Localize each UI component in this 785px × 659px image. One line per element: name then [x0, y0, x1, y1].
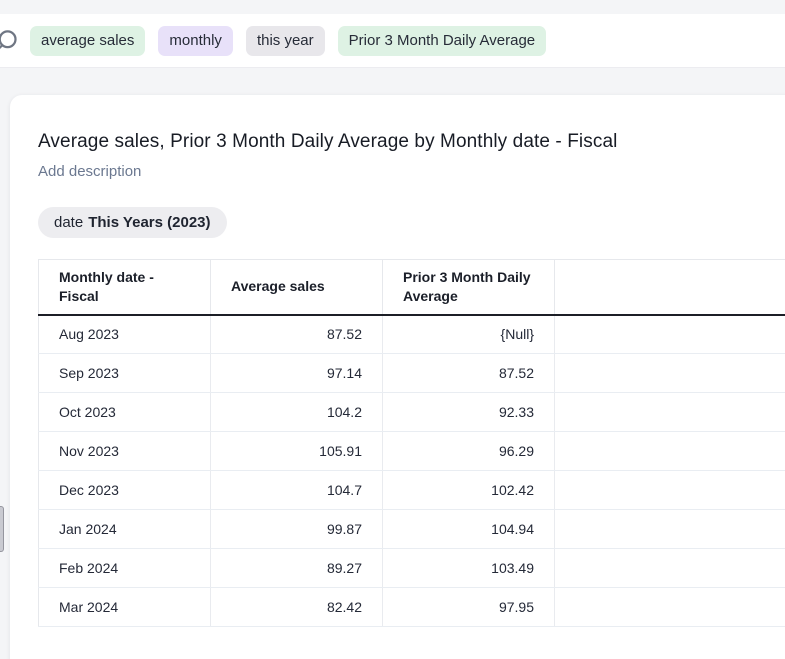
cell-average-sales: 105.91	[211, 432, 383, 471]
cell-date: Mar 2024	[39, 588, 211, 627]
table-row: Feb 2024 89.27 103.49	[39, 549, 785, 588]
table-row: Sep 2023 97.14 87.52	[39, 354, 785, 393]
add-description-link[interactable]: Add description	[38, 163, 141, 180]
filter-value-label: This Years (2023)	[88, 214, 210, 231]
cell-date: Dec 2023	[39, 471, 211, 510]
search-token-this-year[interactable]: this year	[246, 26, 325, 56]
filter-field-label: date	[54, 214, 83, 231]
cell-prior-average: 97.95	[383, 588, 555, 627]
results-table-container: Monthly date - Fiscal Average sales Prio…	[38, 259, 785, 627]
search-bar[interactable]: average sales monthly this year Prior 3 …	[0, 14, 785, 68]
scrollbar-thumb[interactable]	[0, 506, 4, 552]
page-title: Average sales, Prior 3 Month Daily Avera…	[38, 131, 785, 153]
search-token-monthly[interactable]: monthly	[158, 26, 233, 56]
header-row: Monthly date - Fiscal Average sales Prio…	[39, 260, 785, 315]
cell-empty	[555, 471, 785, 510]
cell-prior-average: 87.52	[383, 354, 555, 393]
cell-date: Oct 2023	[39, 393, 211, 432]
cell-average-sales: 87.52	[211, 315, 383, 354]
search-icon	[0, 28, 20, 55]
cell-average-sales: 104.2	[211, 393, 383, 432]
cell-average-sales: 82.42	[211, 588, 383, 627]
cell-prior-average: 92.33	[383, 393, 555, 432]
cell-empty	[555, 393, 785, 432]
cell-prior-average: 103.49	[383, 549, 555, 588]
search-token-list: average sales monthly this year Prior 3 …	[30, 26, 546, 56]
cell-prior-average: {Null}	[383, 315, 555, 354]
cell-average-sales: 99.87	[211, 510, 383, 549]
table-row: Aug 2023 87.52 {Null}	[39, 315, 785, 354]
cell-date: Feb 2024	[39, 549, 211, 588]
cell-date: Sep 2023	[39, 354, 211, 393]
cell-empty	[555, 588, 785, 627]
table-row: Oct 2023 104.2 92.33	[39, 393, 785, 432]
cell-empty	[555, 354, 785, 393]
table-row: Nov 2023 105.91 96.29	[39, 432, 785, 471]
column-header-empty	[555, 260, 785, 315]
cell-average-sales: 104.7	[211, 471, 383, 510]
search-token-prior-3-month-daily-average[interactable]: Prior 3 Month Daily Average	[338, 26, 546, 56]
search-token-average-sales[interactable]: average sales	[30, 26, 145, 56]
column-header-monthly-date-fiscal[interactable]: Monthly date - Fiscal	[39, 260, 211, 315]
cell-date: Aug 2023	[39, 315, 211, 354]
table-row: Mar 2024 82.42 97.95	[39, 588, 785, 627]
cell-prior-average: 96.29	[383, 432, 555, 471]
cell-average-sales: 89.27	[211, 549, 383, 588]
cell-average-sales: 97.14	[211, 354, 383, 393]
cell-empty	[555, 432, 785, 471]
column-header-prior-3-month-daily-average[interactable]: Prior 3 Month Daily Average	[383, 260, 555, 315]
table-row: Dec 2023 104.7 102.42	[39, 471, 785, 510]
cell-empty	[555, 510, 785, 549]
table-row: Jan 2024 99.87 104.94	[39, 510, 785, 549]
column-header-average-sales[interactable]: Average sales	[211, 260, 383, 315]
cell-prior-average: 104.94	[383, 510, 555, 549]
date-filter-pill[interactable]: date This Years (2023)	[38, 207, 227, 238]
results-table: Monthly date - Fiscal Average sales Prio…	[38, 259, 785, 627]
cell-date: Jan 2024	[39, 510, 211, 549]
cell-empty	[555, 549, 785, 588]
cell-empty	[555, 315, 785, 354]
cell-prior-average: 102.42	[383, 471, 555, 510]
cell-date: Nov 2023	[39, 432, 211, 471]
question-card: Average sales, Prior 3 Month Daily Avera…	[10, 95, 785, 659]
